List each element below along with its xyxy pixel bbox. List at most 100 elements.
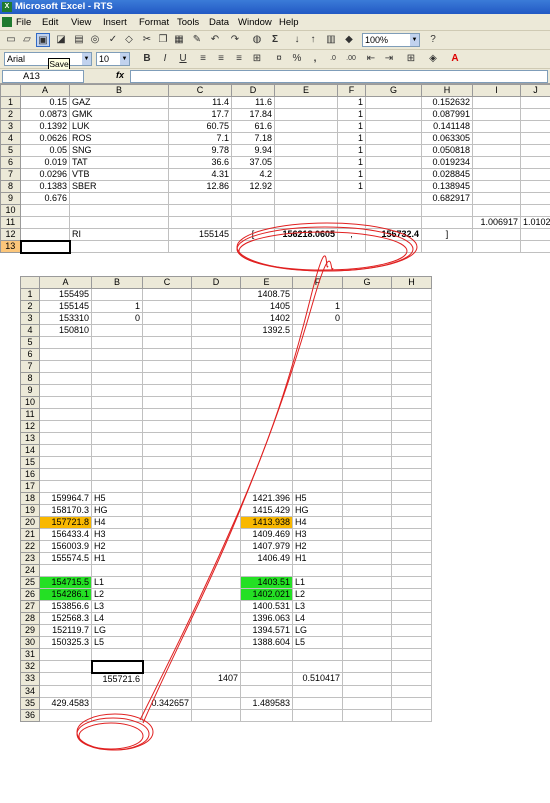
cell-e21[interactable]: 1409.469 [240,528,293,541]
cell-a11[interactable] [20,216,70,229]
paste-icon[interactable]: ▦ [172,33,186,47]
cell-c5[interactable]: 9.78 [168,144,232,157]
cell-c20[interactable] [142,516,192,529]
cell-a26[interactable]: 154286.1 [39,588,92,601]
cell-f5[interactable]: 1 [337,144,366,157]
cell-g23[interactable] [342,552,392,565]
cell-b5[interactable]: SNG [69,144,169,157]
cell-g18[interactable] [342,492,392,505]
row-header[interactable]: 8 [20,372,40,385]
cell-a28[interactable]: 152568.3 [39,612,92,625]
cell-a8[interactable]: 0.1383 [20,180,70,193]
cell-g14[interactable] [342,444,392,457]
row-header[interactable]: 5 [20,336,40,349]
cell-f12[interactable]: , [337,228,366,241]
cell-f10[interactable] [337,204,366,217]
cell-a29[interactable]: 152119.7 [39,624,92,637]
cell-g15[interactable] [342,456,392,469]
cell-c11[interactable] [168,216,232,229]
cell-h6[interactable]: 0.019234 [421,156,473,169]
cell-d33[interactable]: 1407 [191,672,241,686]
cell-b9[interactable] [69,192,169,205]
format-painter-icon[interactable]: ✎ [190,33,204,47]
cell-c9[interactable] [142,384,192,397]
cell-b19[interactable]: HG [91,504,143,517]
cell-i6[interactable] [472,156,521,169]
cell-e10[interactable] [274,204,338,217]
row-header[interactable]: 11 [20,408,40,421]
row-header[interactable]: 15 [20,456,40,469]
cell-c22[interactable] [142,540,192,553]
cell-a22[interactable]: 156003.9 [39,540,92,553]
fill-color-icon[interactable]: ◈ [426,52,440,66]
row-header[interactable]: 4 [0,132,21,145]
cell-h31[interactable] [391,648,432,661]
cell-g30[interactable] [342,636,392,649]
cell-h8[interactable] [391,372,432,385]
row-header[interactable]: 34 [20,684,40,698]
cell-j9[interactable] [520,192,550,205]
cell-b10[interactable] [69,204,169,217]
cell-g11[interactable] [342,408,392,421]
cell-d5[interactable]: 9.94 [231,144,275,157]
zoom-select[interactable]: 100% ▼ [362,33,420,47]
cell-f10[interactable] [292,396,343,409]
cell-d13[interactable] [191,432,241,445]
cell-f3[interactable]: 1 [337,120,366,133]
column-header-a[interactable]: A [39,276,92,289]
cell-c24[interactable] [142,564,192,577]
row-header[interactable]: 10 [0,204,21,217]
cell-h16[interactable] [391,468,432,481]
cell-c26[interactable] [142,588,192,601]
cell-h2[interactable] [391,300,432,313]
cell-b5[interactable] [91,336,143,349]
cell-h10[interactable] [391,396,432,409]
italic-button[interactable]: I [158,52,172,66]
row-header[interactable]: 2 [0,108,21,121]
cell-g7[interactable] [342,360,392,373]
cell-c6[interactable] [142,348,192,361]
cell-c3[interactable] [142,312,192,325]
cell-c4[interactable]: 7.1 [168,132,232,145]
cell-h9[interactable] [391,384,432,397]
cell-g4[interactable] [342,324,392,337]
row-header[interactable]: 19 [20,504,40,517]
cell-i10[interactable] [472,204,521,217]
column-header-a[interactable]: A [20,84,70,97]
cell-f14[interactable] [292,444,343,457]
cell-e8[interactable] [274,180,338,193]
cell-h1[interactable]: 0.152632 [421,96,473,109]
cell-d4[interactable] [191,324,241,337]
cell-c23[interactable] [142,552,192,565]
cell-e6[interactable] [240,348,293,361]
cell-a25[interactable]: 154715.5 [39,576,92,589]
new-icon[interactable]: ▭ [4,33,18,47]
cell-a7[interactable]: 0.0296 [20,168,70,181]
cell-f36[interactable] [292,708,343,722]
cell-b22[interactable]: H2 [91,540,143,553]
cell-d22[interactable] [191,540,241,553]
cell-b15[interactable] [91,456,143,469]
cell-a9[interactable] [39,384,92,397]
cell-e31[interactable] [240,648,293,661]
row-header[interactable]: 12 [0,228,21,241]
row-header[interactable]: 7 [20,360,40,373]
menu-edit[interactable]: Edit [42,16,58,29]
cell-b24[interactable] [91,564,143,577]
cell-a7[interactable] [39,360,92,373]
cell-h18[interactable] [391,492,432,505]
cell-h23[interactable] [391,552,432,565]
cell-j8[interactable] [520,180,550,193]
cell-b27[interactable]: L3 [91,600,143,613]
cell-c7[interactable] [142,360,192,373]
cell-c10[interactable] [142,396,192,409]
column-header-h[interactable]: H [421,84,473,97]
cell-a3[interactable]: 153310 [39,312,92,325]
align-center-icon[interactable]: ≡ [214,52,228,66]
cell-d30[interactable] [191,636,241,649]
cell-b6[interactable] [91,348,143,361]
cell-b25[interactable]: L1 [91,576,143,589]
cell-h15[interactable] [391,456,432,469]
cell-c15[interactable] [142,456,192,469]
cell-g27[interactable] [342,600,392,613]
